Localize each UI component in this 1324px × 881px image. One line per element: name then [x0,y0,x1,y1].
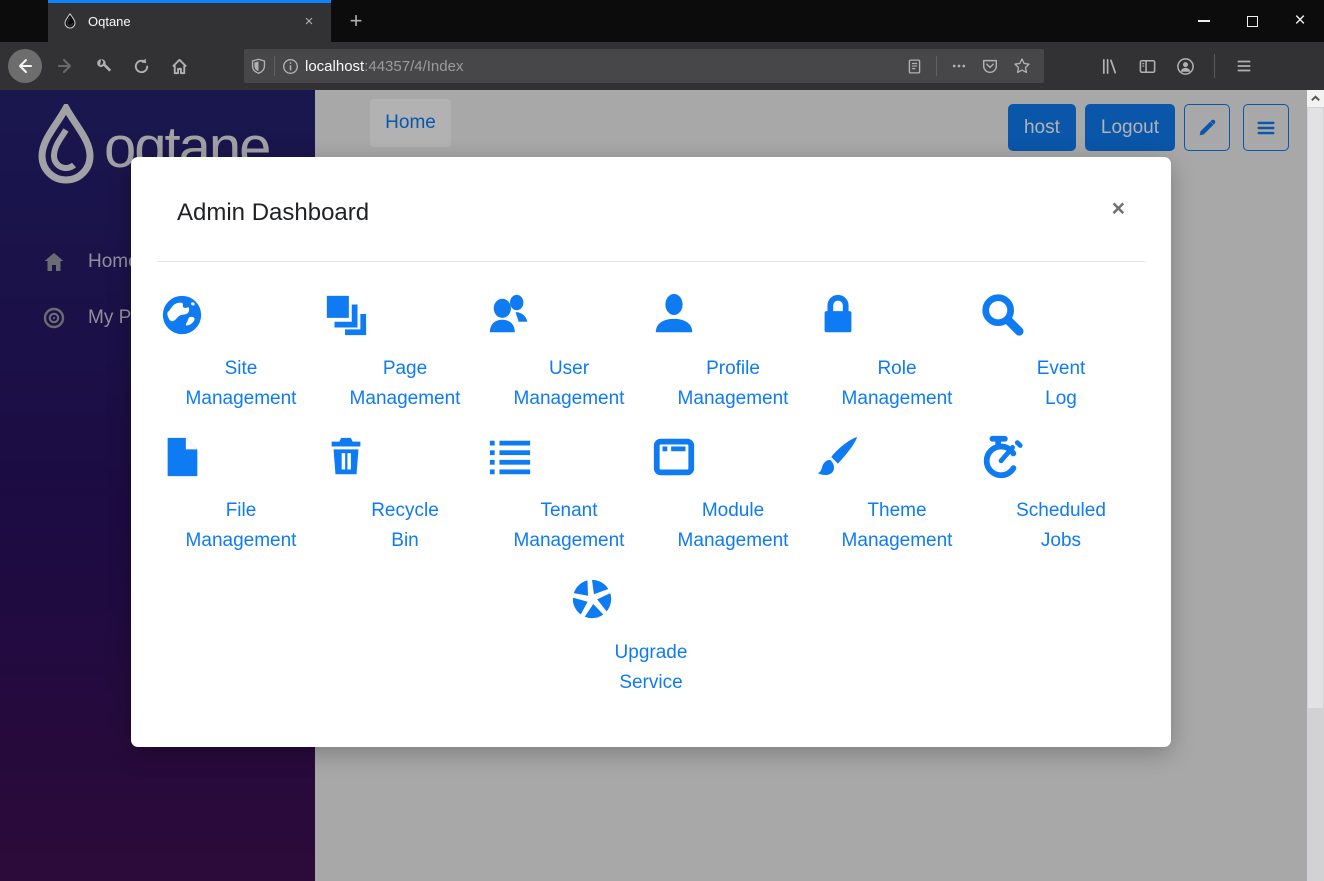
page-actions-button[interactable] [944,49,974,83]
urlbar-separator [274,56,275,76]
home-button[interactable] [160,49,198,83]
pocket-button[interactable] [974,49,1006,83]
file-icon [159,434,323,480]
list-icon [487,434,651,480]
ellipsis-icon [951,58,967,74]
sidebar-toggle-icon [1138,57,1157,76]
admin-tile-module-management[interactable]: ModuleManagement [651,434,815,576]
forward-arrow-icon [55,56,75,76]
timer-icon [979,434,1143,480]
bookmark-star-icon [1013,57,1031,75]
admin-tile-label: TenantManagement [487,496,651,556]
admin-tile-label: RoleManagement [815,354,979,414]
menu-button[interactable] [1225,49,1263,83]
admin-tile-upgrade-service[interactable]: UpgradeService [569,576,733,718]
admin-tile-site-management[interactable]: SiteManagement [159,292,323,434]
titlebar: Oqtane × + × [0,0,1324,42]
admin-tile-scheduled-jobs[interactable]: ScheduledJobs [979,434,1143,576]
tracking-shield-icon[interactable] [250,58,267,75]
aperture-icon [569,576,733,622]
admin-tile-label: FileManagement [159,496,323,556]
admin-tile-profile-management[interactable]: ProfileManagement [651,292,815,434]
urlbar-separator-2 [936,56,937,76]
pocket-icon [981,57,999,75]
hamburger-icon [1235,57,1253,75]
reload-button[interactable] [122,49,160,83]
admin-tile-label: PageManagement [323,354,487,414]
admin-tile-label: RecycleBin [323,496,487,556]
brush-icon [815,434,979,480]
admin-tile-file-management[interactable]: FileManagement [159,434,323,576]
window-close-button[interactable]: × [1276,0,1324,42]
account-icon [1176,57,1195,76]
maximize-button[interactable] [1228,0,1276,42]
person-icon [651,292,815,338]
bookmark-button[interactable] [1006,49,1038,83]
scrollbar-thumb[interactable] [1308,108,1323,708]
reader-mode-button[interactable] [899,49,929,83]
page-content: oqtane Home M [0,90,1307,881]
account-button[interactable] [1166,49,1204,83]
modal-close-button[interactable]: × [1112,197,1125,220]
minimize-button[interactable] [1180,0,1228,42]
chevron-up-icon [1310,93,1321,104]
admin-tile-label: ThemeManagement [815,496,979,556]
home-icon [170,57,189,76]
page-tools-button[interactable] [84,49,122,83]
admin-tile-label: UserManagement [487,354,651,414]
reload-icon [132,57,151,76]
reader-mode-icon [906,58,923,75]
lock-icon [815,292,979,338]
browser-window: Oqtane × + × [0,0,1324,881]
admin-tile-event-log[interactable]: EventLog [979,292,1143,434]
magnifier-icon [979,292,1143,338]
toolbar-separator [1214,54,1215,78]
admin-tile-grid: SiteManagementPageManagementUserManageme… [131,262,1171,718]
admin-tile-tenant-management[interactable]: TenantManagement [487,434,651,576]
oqtane-favicon-droplet-icon [62,13,78,29]
admin-tile-label: SiteManagement [159,354,323,414]
globe-icon [159,292,323,338]
back-button[interactable] [8,49,42,83]
admin-tile-label: ModuleManagement [651,496,815,556]
people-icon [487,292,651,338]
forward-button[interactable] [46,49,84,83]
admin-dashboard-modal: Admin Dashboard × SiteManagementPageMana… [131,157,1171,747]
admin-tile-recycle-bin[interactable]: RecycleBin [323,434,487,576]
sidebars-button[interactable] [1128,49,1166,83]
library-icon [1100,57,1119,76]
url-host: localhost [305,58,364,75]
admin-tile-label: ScheduledJobs [979,496,1143,556]
trash-icon [323,434,487,480]
modal-header: Admin Dashboard × [131,157,1171,227]
nav-toolbar: localhost:44357/4/Index [0,42,1324,90]
browser-tab[interactable]: Oqtane × [48,0,331,42]
admin-tile-label: UpgradeService [569,638,733,698]
layers-icon [323,292,487,338]
url-path: :44357/4/Index [364,58,463,75]
library-button[interactable] [1090,49,1128,83]
admin-tile-page-management[interactable]: PageManagement [323,292,487,434]
wrench-icon [94,57,113,76]
address-bar[interactable]: localhost:44357/4/Index [244,49,1044,83]
site-info-icon[interactable] [282,58,299,75]
admin-tile-user-management[interactable]: UserManagement [487,292,651,434]
tab-title: Oqtane [88,14,297,29]
tab-close-icon[interactable]: × [297,9,321,33]
admin-tile-label: EventLog [979,354,1143,414]
browser-window-icon [651,434,815,480]
back-arrow-icon [15,56,35,76]
toolbar-right-icons [1090,49,1263,83]
scrollbar[interactable] [1307,90,1324,881]
modal-title: Admin Dashboard [177,199,1112,227]
admin-tile-theme-management[interactable]: ThemeManagement [815,434,979,576]
admin-tile-role-management[interactable]: RoleManagement [815,292,979,434]
scroll-up-button[interactable] [1307,90,1324,107]
new-tab-button[interactable]: + [338,4,374,38]
url-text[interactable]: localhost:44357/4/Index [305,58,899,75]
window-controls: × [1180,0,1324,42]
page-viewport: oqtane Home M [0,90,1324,881]
admin-tile-label: ProfileManagement [651,354,815,414]
